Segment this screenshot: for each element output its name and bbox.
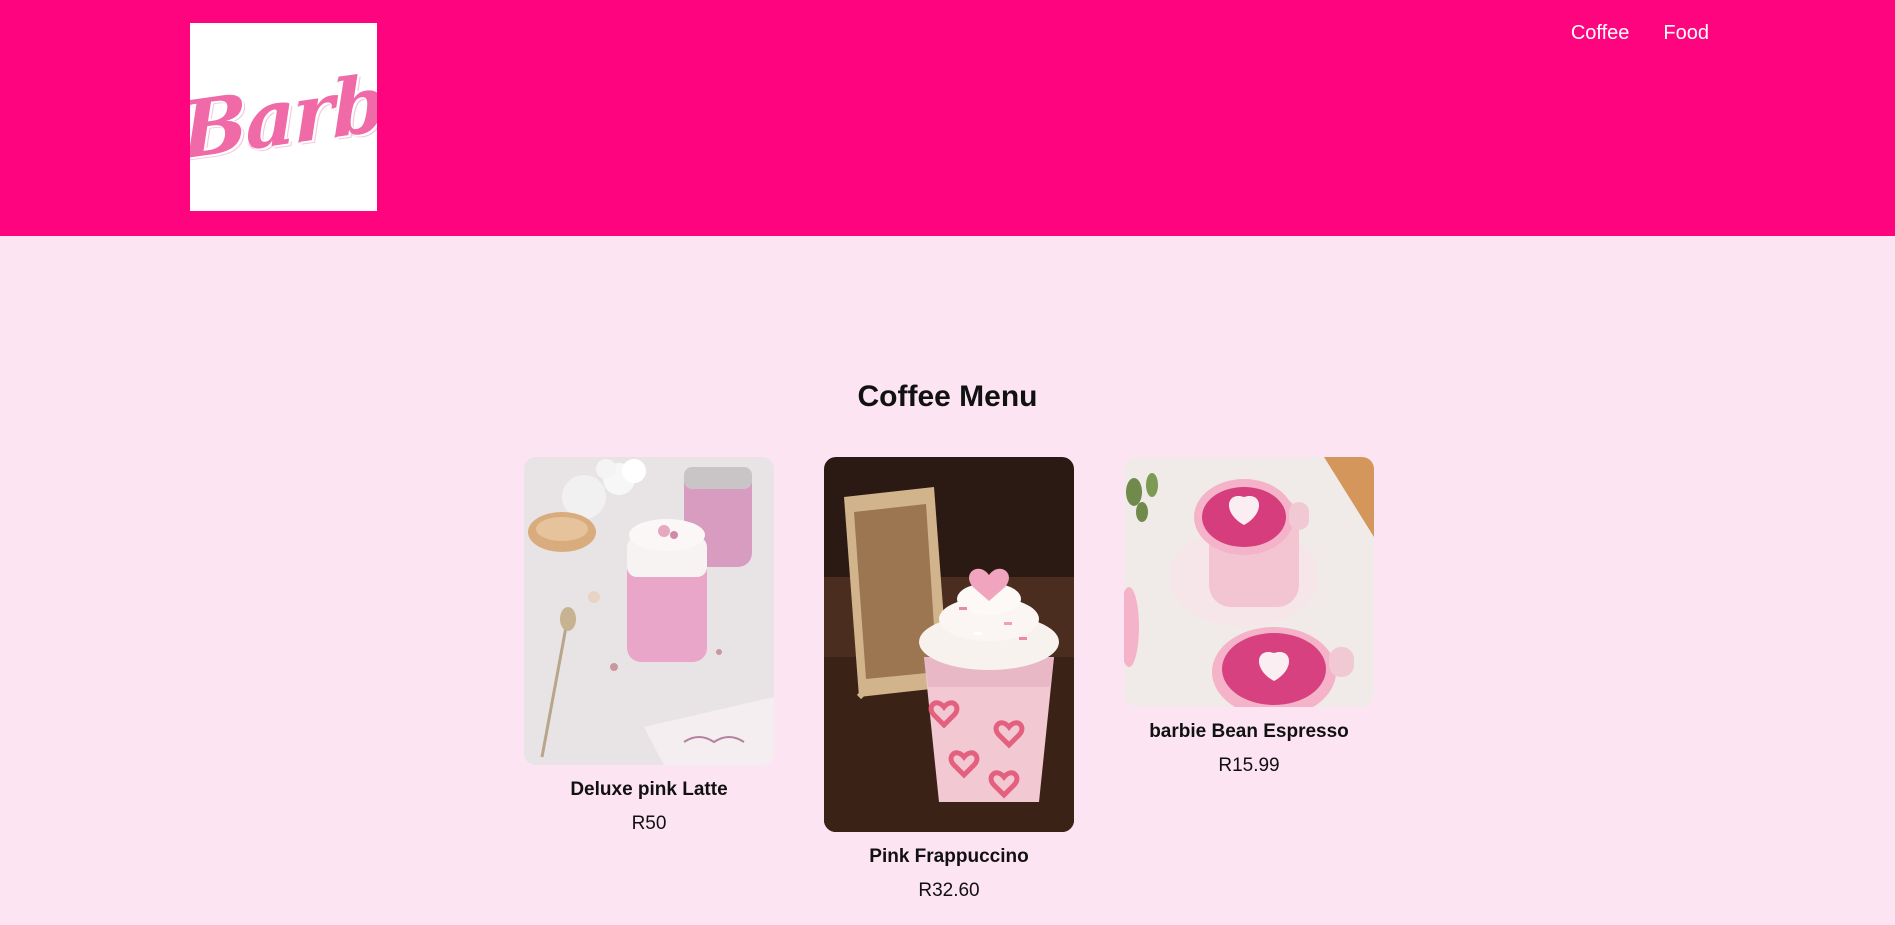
- menu-items: Deluxe pink Latte R50 Pink Frappuccino R…: [524, 457, 1374, 902]
- item-price: R32.60: [918, 880, 980, 901]
- menu-item: Pink Frappuccino R32.60: [824, 457, 1074, 902]
- item-price: R15.99: [1218, 755, 1280, 776]
- main-nav: Coffee Food: [1571, 22, 1709, 45]
- nav-link-food[interactable]: Food: [1663, 22, 1709, 45]
- item-name: Deluxe pink Latte: [570, 779, 728, 800]
- item-name: Pink Frappuccino: [869, 846, 1029, 867]
- latte-photo: [524, 457, 774, 765]
- page-title: Coffee Menu: [857, 380, 1038, 413]
- logo-text: Barb: [190, 57, 377, 177]
- site-header: Barb Coffee Food: [0, 0, 1895, 236]
- item-name: barbie Bean Espresso: [1149, 721, 1349, 742]
- espresso-photo: [1124, 457, 1374, 707]
- logo[interactable]: Barb: [190, 23, 377, 211]
- item-price: R50: [631, 813, 667, 834]
- nav-link-coffee[interactable]: Coffee: [1571, 22, 1630, 45]
- menu-item: barbie Bean Espresso R15.99: [1124, 457, 1374, 777]
- frappuccino-photo: [824, 457, 1074, 832]
- menu-item: Deluxe pink Latte R50: [524, 457, 774, 835]
